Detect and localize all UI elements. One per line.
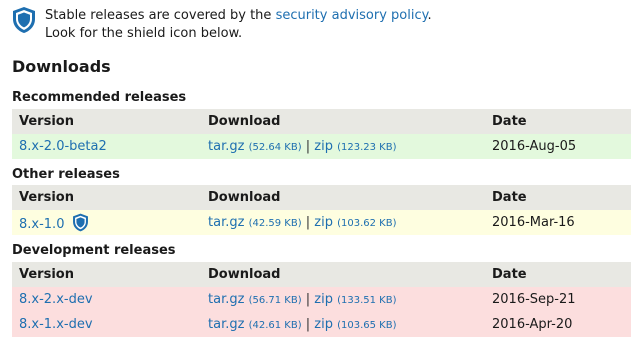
version-link[interactable]: 8.x-1.x-dev bbox=[19, 317, 93, 332]
table-row: 8.x-2.x-dev tar.gz (56.71 KB) | zip (133… bbox=[12, 287, 631, 312]
zip-size: (103.62 KB) bbox=[337, 218, 397, 229]
date-header: Date bbox=[485, 109, 631, 134]
download-cell: tar.gz (56.71 KB) | zip (133.51 KB) bbox=[201, 287, 485, 312]
date-cell: 2016-Sep-21 bbox=[485, 287, 631, 312]
version-header: Version bbox=[12, 185, 201, 210]
targz-label: tar.gz bbox=[208, 292, 245, 307]
version-link[interactable]: 8.x-2.0-beta2 bbox=[19, 139, 107, 154]
table-row: 8.x-2.0-beta2 tar.gz (52.64 KB) | zip (1… bbox=[12, 134, 631, 159]
targz-link[interactable]: tar.gz (56.71 KB) bbox=[208, 292, 302, 307]
table-row: 8.x-1.0 tar.gz (42.59 KB) | zip (103.62 … bbox=[12, 210, 631, 235]
targz-label: tar.gz bbox=[208, 139, 245, 154]
download-cell: tar.gz (52.64 KB) | zip (123.23 KB) bbox=[201, 134, 485, 159]
download-header: Download bbox=[201, 109, 485, 134]
development-releases-title: Development releases bbox=[12, 243, 176, 258]
targz-link[interactable]: tar.gz (42.61 KB) bbox=[208, 317, 302, 332]
targz-size: (42.61 KB) bbox=[248, 320, 302, 331]
targz-link[interactable]: tar.gz (42.59 KB) bbox=[208, 215, 302, 230]
download-separator: | bbox=[305, 292, 311, 307]
table-header-row: Version Download Date bbox=[12, 185, 631, 210]
targz-label: tar.gz bbox=[208, 215, 245, 230]
zip-size: (123.23 KB) bbox=[337, 142, 397, 153]
date-header: Date bbox=[485, 262, 631, 287]
security-advisory-policy-link[interactable]: security advisory policy bbox=[276, 8, 428, 23]
version-cell: 8.x-1.0 bbox=[12, 210, 201, 235]
download-header: Download bbox=[201, 262, 485, 287]
download-cell: tar.gz (42.61 KB) | zip (103.65 KB) bbox=[201, 312, 485, 337]
version-cell: 8.x-2.x-dev bbox=[12, 287, 201, 312]
version-header: Version bbox=[12, 262, 201, 287]
notice-text-before: Stable releases are covered by the bbox=[45, 8, 276, 23]
zip-link[interactable]: zip (103.62 KB) bbox=[314, 215, 396, 230]
date-header: Date bbox=[485, 185, 631, 210]
download-cell: tar.gz (42.59 KB) | zip (103.62 KB) bbox=[201, 210, 485, 235]
shield-icon bbox=[72, 213, 88, 232]
table-row: 8.x-1.x-dev tar.gz (42.61 KB) | zip (103… bbox=[12, 312, 631, 337]
table-header-row: Version Download Date bbox=[12, 262, 631, 287]
downloads-heading: Downloads bbox=[12, 57, 111, 76]
targz-size: (52.64 KB) bbox=[248, 142, 302, 153]
date-cell: 2016-Mar-16 bbox=[485, 210, 631, 235]
date-cell: 2016-Apr-20 bbox=[485, 312, 631, 337]
zip-link[interactable]: zip (133.51 KB) bbox=[314, 292, 396, 307]
download-separator: | bbox=[305, 215, 311, 230]
zip-link[interactable]: zip (123.23 KB) bbox=[314, 139, 396, 154]
zip-label: zip bbox=[314, 292, 333, 307]
targz-size: (42.59 KB) bbox=[248, 218, 302, 229]
zip-size: (103.65 KB) bbox=[337, 320, 397, 331]
notice-line-2: Look for the shield icon below. bbox=[45, 26, 243, 41]
version-link[interactable]: 8.x-1.0 bbox=[19, 217, 64, 232]
notice-text-after: . bbox=[427, 8, 432, 23]
download-header: Download bbox=[201, 185, 485, 210]
shield-icon bbox=[13, 7, 35, 33]
targz-link[interactable]: tar.gz (52.64 KB) bbox=[208, 139, 302, 154]
targz-size: (56.71 KB) bbox=[248, 295, 302, 306]
other-releases-title: Other releases bbox=[12, 167, 120, 182]
zip-label: zip bbox=[314, 317, 333, 332]
targz-label: tar.gz bbox=[208, 317, 245, 332]
other-releases-table: Version Download Date 8.x-1.0 tar.gz (42… bbox=[12, 185, 631, 235]
security-notice: Stable releases are covered by the secur… bbox=[12, 6, 637, 46]
zip-size: (133.51 KB) bbox=[337, 295, 397, 306]
date-cell: 2016-Aug-05 bbox=[485, 134, 631, 159]
zip-label: zip bbox=[314, 139, 333, 154]
download-separator: | bbox=[305, 317, 311, 332]
development-releases-table: Version Download Date 8.x-2.x-dev tar.gz… bbox=[12, 262, 631, 337]
zip-label: zip bbox=[314, 215, 333, 230]
notice-line-1: Stable releases are covered by the secur… bbox=[45, 7, 432, 25]
version-cell: 8.x-2.0-beta2 bbox=[12, 134, 201, 159]
recommended-releases-table: Version Download Date 8.x-2.0-beta2 tar.… bbox=[12, 109, 631, 159]
version-header: Version bbox=[12, 109, 201, 134]
table-header-row: Version Download Date bbox=[12, 109, 631, 134]
version-link[interactable]: 8.x-2.x-dev bbox=[19, 292, 93, 307]
download-separator: | bbox=[305, 139, 311, 154]
version-cell: 8.x-1.x-dev bbox=[12, 312, 201, 337]
zip-link[interactable]: zip (103.65 KB) bbox=[314, 317, 396, 332]
recommended-releases-title: Recommended releases bbox=[12, 90, 187, 105]
